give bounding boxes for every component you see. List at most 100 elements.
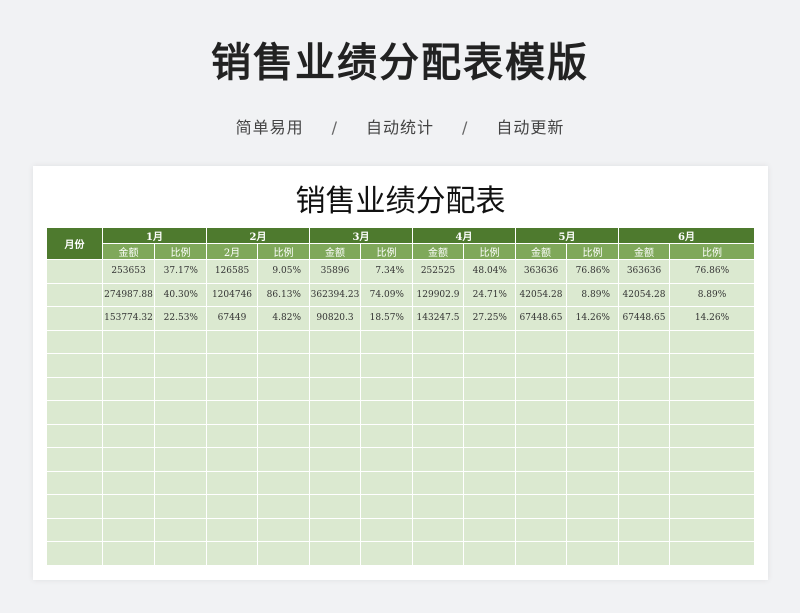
ratio-cell[interactable]: 7.34% — [360, 259, 413, 284]
empty-cell[interactable] — [102, 447, 155, 472]
ratio-cell[interactable]: 76.86% — [566, 259, 619, 284]
empty-cell[interactable] — [412, 353, 464, 378]
empty-cell[interactable] — [102, 541, 155, 566]
month-cell[interactable] — [46, 259, 103, 284]
ratio-cell[interactable]: 24.71% — [463, 282, 516, 307]
month-header[interactable]: 6月 — [618, 227, 755, 244]
empty-cell[interactable] — [309, 447, 361, 472]
empty-cell[interactable] — [257, 423, 310, 448]
empty-cell[interactable] — [206, 400, 258, 425]
ratio-cell[interactable]: 18.57% — [360, 306, 413, 331]
empty-cell[interactable] — [412, 541, 464, 566]
empty-cell[interactable] — [566, 541, 619, 566]
empty-cell[interactable] — [360, 376, 413, 401]
sub-header-ratio[interactable]: 比例 — [257, 243, 310, 260]
month-cell[interactable] — [46, 306, 103, 331]
empty-cell[interactable] — [566, 376, 619, 401]
amount-cell[interactable]: 363636 — [618, 259, 670, 284]
month-header[interactable]: 4月 — [412, 227, 516, 244]
empty-cell[interactable] — [257, 494, 310, 519]
month-header[interactable]: 3月 — [309, 227, 413, 244]
empty-cell[interactable] — [360, 353, 413, 378]
empty-cell[interactable] — [360, 517, 413, 542]
empty-cell[interactable] — [618, 447, 670, 472]
ratio-cell[interactable]: 8.89% — [669, 282, 755, 307]
empty-cell[interactable] — [566, 329, 619, 354]
ratio-cell[interactable]: 8.89% — [566, 282, 619, 307]
empty-cell[interactable] — [669, 470, 755, 495]
sub-header-amount[interactable]: 金额 — [102, 243, 155, 260]
amount-cell[interactable]: 153774.32 — [102, 306, 155, 331]
empty-cell[interactable] — [360, 329, 413, 354]
empty-cell[interactable] — [46, 541, 103, 566]
ratio-cell[interactable]: 76.86% — [669, 259, 755, 284]
empty-cell[interactable] — [154, 400, 207, 425]
empty-cell[interactable] — [46, 494, 103, 519]
ratio-cell[interactable]: 37.17% — [154, 259, 207, 284]
empty-cell[interactable] — [566, 470, 619, 495]
ratio-cell[interactable]: 22.53% — [154, 306, 207, 331]
sub-header-ratio[interactable]: 比例 — [154, 243, 207, 260]
empty-cell[interactable] — [618, 376, 670, 401]
empty-cell[interactable] — [257, 470, 310, 495]
empty-cell[interactable] — [46, 353, 103, 378]
empty-cell[interactable] — [257, 353, 310, 378]
empty-cell[interactable] — [309, 329, 361, 354]
amount-cell[interactable]: 362394.23 — [309, 282, 361, 307]
empty-cell[interactable] — [102, 353, 155, 378]
empty-cell[interactable] — [154, 376, 207, 401]
month-header[interactable]: 2月 — [206, 227, 310, 244]
amount-cell[interactable]: 35896 — [309, 259, 361, 284]
empty-cell[interactable] — [102, 376, 155, 401]
ratio-cell[interactable]: 14.26% — [669, 306, 755, 331]
amount-cell[interactable]: 42054.28 — [515, 282, 567, 307]
ratio-cell[interactable]: 74.09% — [360, 282, 413, 307]
sub-header-ratio[interactable]: 比例 — [669, 243, 755, 260]
empty-cell[interactable] — [154, 517, 207, 542]
empty-cell[interactable] — [309, 541, 361, 566]
amount-cell[interactable]: 126585 — [206, 259, 258, 284]
amount-cell[interactable]: 363636 — [515, 259, 567, 284]
empty-cell[interactable] — [412, 494, 464, 519]
empty-cell[interactable] — [669, 329, 755, 354]
empty-cell[interactable] — [463, 353, 516, 378]
empty-cell[interactable] — [566, 517, 619, 542]
sub-header-amount[interactable]: 金额 — [618, 243, 670, 260]
sub-header-ratio[interactable]: 比例 — [566, 243, 619, 260]
empty-cell[interactable] — [206, 423, 258, 448]
empty-cell[interactable] — [566, 400, 619, 425]
amount-cell[interactable]: 67448.65 — [515, 306, 567, 331]
empty-cell[interactable] — [360, 541, 413, 566]
empty-cell[interactable] — [463, 329, 516, 354]
empty-cell[interactable] — [669, 423, 755, 448]
empty-cell[interactable] — [566, 353, 619, 378]
empty-cell[interactable] — [360, 447, 413, 472]
ratio-cell[interactable]: 86.13% — [257, 282, 310, 307]
empty-cell[interactable] — [257, 447, 310, 472]
empty-cell[interactable] — [515, 376, 567, 401]
amount-cell[interactable]: 90820.3 — [309, 306, 361, 331]
empty-cell[interactable] — [463, 541, 516, 566]
empty-cell[interactable] — [618, 423, 670, 448]
empty-cell[interactable] — [463, 423, 516, 448]
empty-cell[interactable] — [206, 541, 258, 566]
empty-cell[interactable] — [463, 400, 516, 425]
amount-cell[interactable]: 143247.5 — [412, 306, 464, 331]
empty-cell[interactable] — [412, 517, 464, 542]
month-header[interactable]: 1月 — [102, 227, 207, 244]
empty-cell[interactable] — [515, 400, 567, 425]
sub-header-amount[interactable]: 2月 — [206, 243, 258, 260]
empty-cell[interactable] — [154, 470, 207, 495]
empty-cell[interactable] — [360, 423, 413, 448]
empty-cell[interactable] — [257, 517, 310, 542]
amount-cell[interactable]: 42054.28 — [618, 282, 670, 307]
empty-cell[interactable] — [46, 400, 103, 425]
amount-cell[interactable]: 1204746 — [206, 282, 258, 307]
empty-cell[interactable] — [566, 494, 619, 519]
empty-cell[interactable] — [257, 400, 310, 425]
empty-cell[interactable] — [257, 376, 310, 401]
empty-cell[interactable] — [463, 517, 516, 542]
empty-cell[interactable] — [46, 423, 103, 448]
empty-cell[interactable] — [154, 353, 207, 378]
empty-cell[interactable] — [618, 541, 670, 566]
